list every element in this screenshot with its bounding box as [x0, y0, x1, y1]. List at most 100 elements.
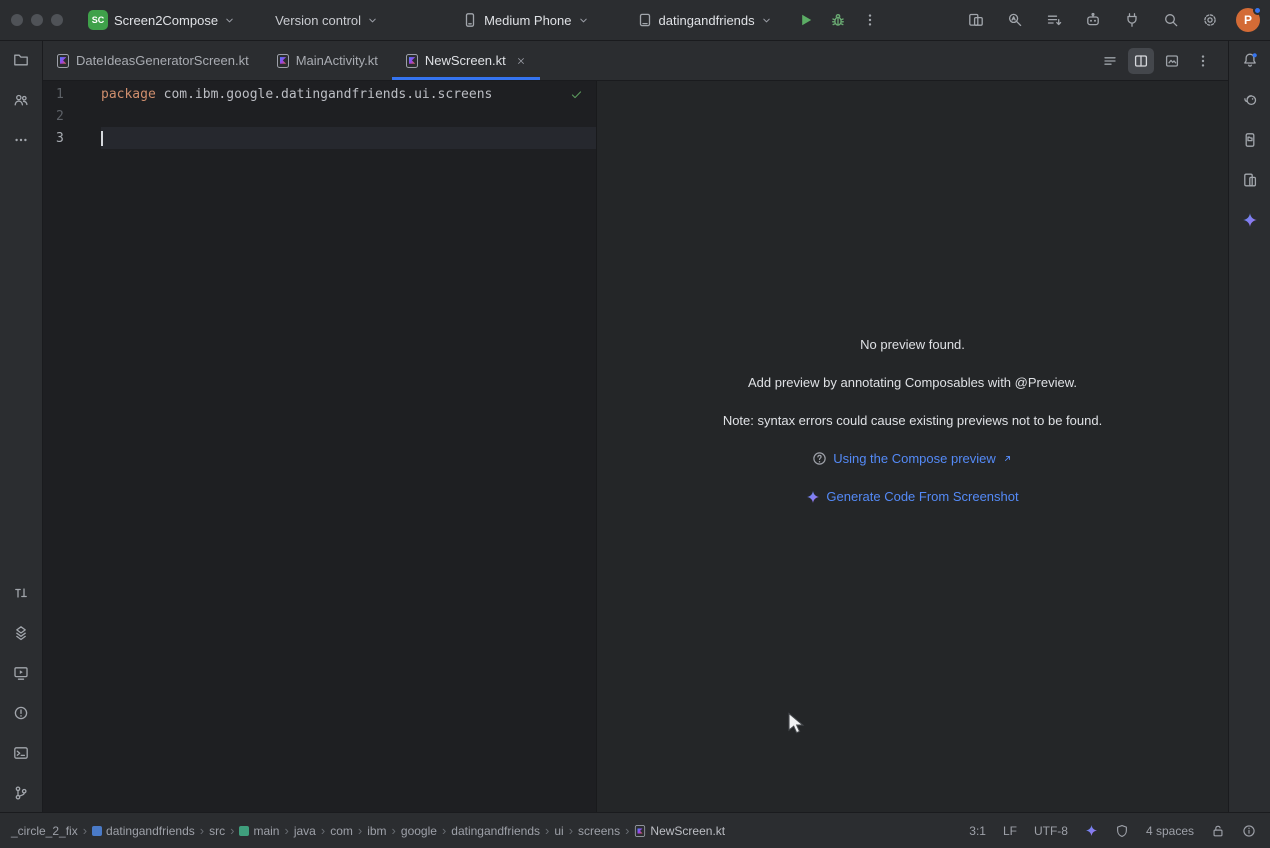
breadcrumb-item[interactable]: com: [327, 822, 356, 840]
close-window-button[interactable]: [11, 14, 23, 26]
breadcrumb-label: java: [294, 824, 316, 838]
breadcrumb-item[interactable]: screens: [575, 822, 623, 840]
gradle-tool-button[interactable]: [1236, 86, 1264, 114]
run-button[interactable]: [793, 7, 819, 33]
settings-button[interactable]: [1197, 7, 1223, 33]
user-avatar[interactable]: P: [1236, 8, 1260, 32]
more-tool-windows-button[interactable]: [7, 126, 35, 154]
encoding-widget[interactable]: UTF-8: [1034, 824, 1068, 838]
breadcrumb-item-current-file[interactable]: NewScreen.kt: [631, 822, 728, 840]
readonly-toggle-button[interactable]: [1211, 824, 1225, 838]
version-control-tool-button[interactable]: [7, 779, 35, 807]
chevron-right-icon: [228, 823, 236, 838]
collaboration-tool-button[interactable]: [7, 86, 35, 114]
tab-dateideasgeneratorscreen[interactable]: DateIdeasGeneratorScreen.kt: [43, 41, 263, 80]
phone-icon: [462, 12, 478, 28]
tab-newscreen[interactable]: NewScreen.kt: [392, 41, 540, 80]
breadcrumb-item[interactable]: google: [398, 822, 440, 840]
view-code-button[interactable]: [1097, 48, 1123, 74]
code-line[interactable]: 2: [43, 105, 596, 127]
running-devices-tool-button[interactable]: [7, 659, 35, 687]
generate-code-from-screenshot-link[interactable]: Generate Code From Screenshot: [806, 489, 1018, 504]
people-icon: [13, 92, 29, 108]
plugins-button[interactable]: [1119, 7, 1145, 33]
code-lines-icon: [1102, 53, 1118, 69]
relay-tool-button[interactable]: [7, 579, 35, 607]
gear-icon: [1202, 12, 1218, 28]
right-tool-stripe: [1228, 41, 1270, 812]
inspection-status-widget[interactable]: [570, 88, 583, 101]
view-split-button[interactable]: [1128, 48, 1154, 74]
breadcrumb-item[interactable]: main: [236, 822, 282, 840]
project-badge-icon: SC: [88, 10, 108, 30]
stacked-diamond-icon: [13, 625, 29, 641]
project-name: Screen2Compose: [114, 13, 218, 28]
gemini-status-button[interactable]: [1085, 824, 1098, 837]
code-line-current[interactable]: 3: [43, 127, 596, 149]
layout-inspector-button[interactable]: [963, 7, 989, 33]
line-separator-widget[interactable]: LF: [1003, 824, 1017, 838]
notifications-tool-button[interactable]: [1236, 46, 1264, 74]
code-editor[interactable]: 1 package com.ibm.google.datingandfriend…: [43, 81, 596, 812]
device-manager-tool-button[interactable]: [1236, 166, 1264, 194]
notification-dot: [1253, 6, 1262, 15]
breadcrumb-label: google: [401, 824, 437, 838]
close-icon: [516, 56, 526, 66]
tab-label: MainActivity.kt: [296, 53, 378, 68]
run-configuration-selector[interactable]: datingandfriends: [632, 8, 777, 32]
kotlin-file-icon: [277, 54, 289, 68]
gemini-star-icon: [1085, 824, 1098, 837]
chevron-down-icon: [578, 15, 589, 26]
breadcrumb-item[interactable]: datingandfriends: [89, 822, 198, 840]
breadcrumbs: _circle_2_fix datingandfriends src main …: [8, 822, 728, 840]
breadcrumb-item[interactable]: ui: [551, 822, 566, 840]
text-caret: [101, 131, 103, 146]
plug-icon: [1124, 12, 1140, 28]
minimize-window-button[interactable]: [31, 14, 43, 26]
breadcrumb-item[interactable]: src: [206, 822, 228, 840]
breadcrumb-item[interactable]: _circle_2_fix: [8, 822, 81, 840]
task-list-button[interactable]: [1041, 7, 1067, 33]
code-line[interactable]: 1 package com.ibm.google.datingandfriend…: [43, 83, 596, 105]
chevron-right-icon: [390, 823, 398, 838]
terminal-tool-button[interactable]: [7, 739, 35, 767]
project-selector[interactable]: SC Screen2Compose: [83, 6, 240, 34]
git-branch-icon: [13, 785, 29, 801]
debug-button[interactable]: [825, 7, 851, 33]
caret-position-widget[interactable]: 3:1: [969, 824, 986, 838]
run-configuration-name: datingandfriends: [659, 13, 755, 28]
editor-more-button[interactable]: [1190, 48, 1216, 74]
breadcrumb-label: _circle_2_fix: [11, 824, 78, 838]
phone-folder-icon: [1242, 132, 1258, 148]
module-icon: [92, 826, 102, 836]
chevron-right-icon: [623, 823, 631, 838]
code-inspection-button[interactable]: [1002, 7, 1028, 33]
info-button[interactable]: [1242, 824, 1256, 838]
problems-tool-button[interactable]: [7, 699, 35, 727]
gemini-tool-button[interactable]: [1236, 206, 1264, 234]
device-selector[interactable]: Medium Phone: [457, 8, 593, 32]
search-everywhere-button[interactable]: [1158, 7, 1184, 33]
breadcrumb-item[interactable]: java: [291, 822, 319, 840]
close-tab-button[interactable]: [516, 56, 526, 66]
app-quality-insights-tool-button[interactable]: [7, 619, 35, 647]
project-tool-button[interactable]: [7, 46, 35, 74]
device-explorer-tool-button[interactable]: [1236, 126, 1264, 154]
editor-tab-bar: DateIdeasGeneratorScreen.kt MainActivity…: [43, 41, 1228, 81]
more-run-actions-button[interactable]: [857, 7, 883, 33]
tab-mainactivity[interactable]: MainActivity.kt: [263, 41, 392, 80]
terminal-icon: [13, 745, 29, 761]
view-design-button[interactable]: [1159, 48, 1185, 74]
breadcrumb-item[interactable]: ibm: [364, 822, 389, 840]
indent-widget[interactable]: 4 spaces: [1146, 824, 1194, 838]
ai-assistant-button[interactable]: [1080, 7, 1106, 33]
folder-icon: [13, 52, 29, 68]
zoom-window-button[interactable]: [51, 14, 63, 26]
shield-status-button[interactable]: [1115, 824, 1129, 838]
version-control-menu[interactable]: Version control: [270, 9, 383, 32]
tab-label: DateIdeasGeneratorScreen.kt: [76, 53, 249, 68]
compose-preview-help-link[interactable]: Using the Compose preview: [812, 451, 1013, 466]
breadcrumb-item[interactable]: datingandfriends: [448, 822, 543, 840]
split-view-icon: [1133, 53, 1149, 69]
question-circle-icon: [812, 451, 827, 466]
